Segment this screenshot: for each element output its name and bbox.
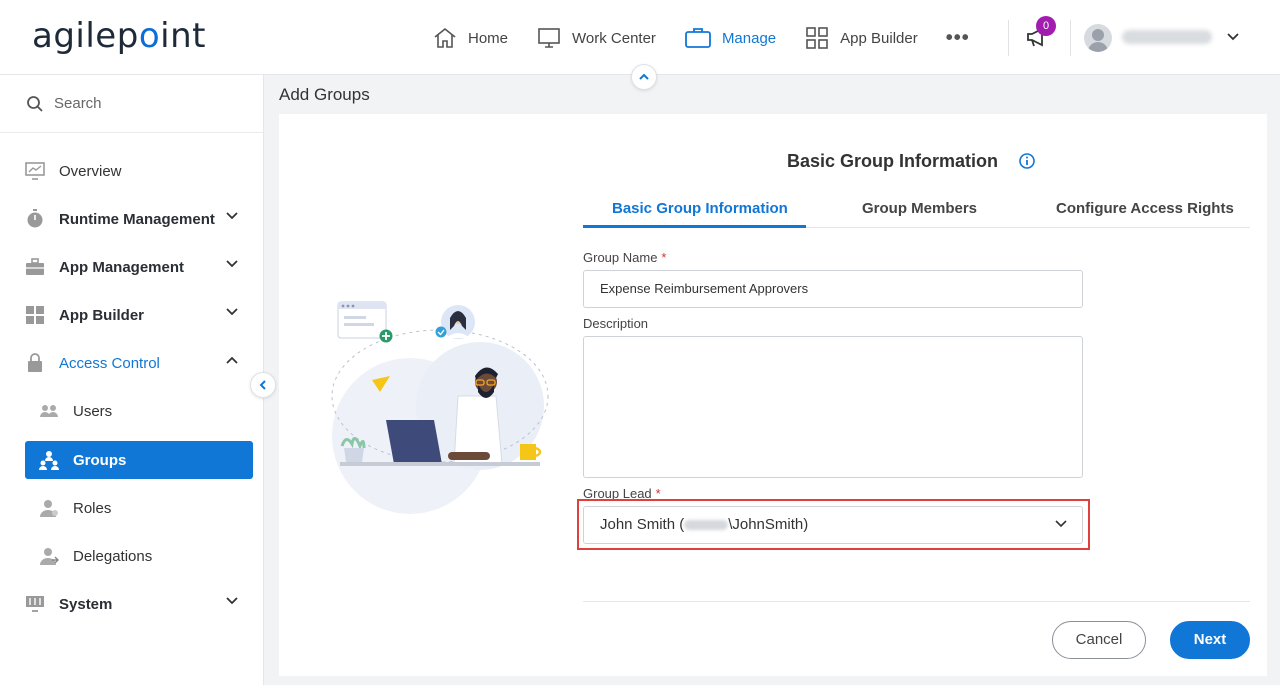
search-placeholder: Search [54, 95, 102, 112]
users-icon [39, 401, 59, 421]
sidebar-item-label: Roles [73, 499, 112, 517]
tab-configure-access-rights[interactable]: Configure Access Rights [1056, 200, 1234, 217]
nav-manage-label: Manage [721, 29, 777, 47]
sidebar-item-label: Overview [59, 162, 122, 180]
sidebar-item-label: Runtime Management [59, 210, 215, 228]
collapse-sidebar-button[interactable] [250, 372, 276, 398]
monitor-icon [538, 28, 560, 48]
next-button[interactable]: Next [1170, 621, 1250, 659]
chevron-left-icon [259, 380, 266, 390]
page-title: Add Groups [279, 85, 370, 104]
sliders-icon [25, 594, 45, 614]
description-label: Description [583, 316, 649, 331]
sidebar-item-system[interactable]: System [25, 585, 253, 623]
search-icon [27, 95, 43, 112]
nav-home-label: Home [468, 29, 509, 47]
sidebar-item-label: Groups [73, 451, 127, 469]
info-icon[interactable] [1019, 153, 1035, 169]
chart-icon [25, 161, 45, 181]
chevron-down-icon [226, 260, 238, 268]
sidebar-item-app-management[interactable]: App Management [25, 248, 253, 286]
grid-icon [806, 27, 828, 49]
sidebar-item-app-builder[interactable]: App Builder [25, 296, 253, 334]
sidebar-item-label: System [59, 595, 113, 613]
sidebar: Search Overview Runtime Management App M… [0, 75, 264, 685]
home-icon [434, 27, 456, 48]
group-name-label: Group Name * [583, 250, 666, 265]
sidebar-item-label: Delegations [73, 547, 153, 565]
agilepoint-logo[interactable]: agilepoint [32, 16, 206, 56]
chevron-up-icon [226, 356, 238, 364]
nav-work-center[interactable]: Work Center [536, 26, 656, 50]
timer-icon [25, 209, 45, 229]
sidebar-item-runtime-management[interactable]: Runtime Management [25, 200, 253, 238]
sidebar-item-access-control[interactable]: Access Control [25, 344, 253, 382]
tab-group-members[interactable]: Group Members [862, 200, 977, 217]
sidebar-item-label: Access Control [59, 354, 160, 372]
group-name-field[interactable]: Expense Reimbursement Approvers [583, 270, 1083, 308]
collapse-header-button[interactable] [631, 64, 657, 90]
sidebar-item-label: App Management [59, 258, 185, 276]
group-lead-value-suffix: \JohnSmith) [728, 516, 809, 533]
group-lead-value-prefix: John Smith ( [600, 516, 685, 533]
username-blurred [1122, 30, 1212, 44]
delegation-icon [39, 546, 59, 566]
person-at-laptop-illustration [331, 301, 549, 514]
lock-icon [25, 353, 45, 373]
briefcase-icon [685, 28, 711, 48]
nav-app-builder-label: App Builder [840, 29, 918, 47]
avatar[interactable] [1084, 24, 1112, 52]
section-title: Basic Group Information [787, 151, 999, 171]
groups-icon [39, 450, 59, 470]
nav-manage[interactable]: Manage [684, 26, 776, 50]
chevron-down-icon [1055, 520, 1067, 528]
nav-home[interactable]: Home [432, 26, 508, 50]
sidebar-item-delegations[interactable]: Delegations [25, 537, 253, 575]
notification-badge: 0 [1036, 16, 1056, 36]
required-marker: * [661, 250, 667, 265]
sidebar-item-groups[interactable]: Groups [25, 441, 253, 479]
active-tab-indicator [583, 225, 806, 228]
sidebar-item-label: App Builder [59, 306, 144, 324]
tab-bar: Basic Group Information Group Members Co… [583, 192, 1250, 228]
grid-icon [25, 305, 45, 325]
sidebar-item-roles[interactable]: Roles [25, 489, 253, 527]
sidebar-item-label: Users [73, 402, 113, 420]
sidebar-item-users[interactable]: Users [25, 392, 253, 430]
more-menu-icon[interactable]: ••• [946, 27, 970, 50]
cancel-button[interactable]: Cancel [1052, 621, 1146, 659]
chevron-up-icon [639, 73, 649, 80]
chevron-down-icon[interactable] [1226, 32, 1240, 42]
sidebar-search[interactable]: Search [0, 75, 263, 133]
chevron-down-icon [226, 597, 238, 605]
description-field[interactable] [583, 336, 1083, 478]
domain-blurred [684, 520, 729, 531]
toolbox-icon [25, 257, 45, 277]
sidebar-item-overview[interactable]: Overview [25, 152, 253, 190]
chevron-down-icon [226, 308, 238, 316]
group-name-label-text: Group Name [583, 250, 658, 265]
chevron-down-icon [226, 212, 238, 220]
roles-icon [39, 498, 59, 518]
divider [1070, 20, 1071, 56]
logo-accent-letter: o [138, 16, 161, 56]
group-lead-select[interactable]: John Smith ( \JohnSmith) [583, 506, 1083, 544]
nav-work-center-label: Work Center [572, 29, 656, 47]
main-nav: Home Work Center Manage App Builder ••• [432, 20, 998, 56]
divider [1008, 20, 1009, 56]
nav-app-builder[interactable]: App Builder [804, 26, 918, 50]
footer-divider [583, 601, 1250, 602]
tab-basic-group-information[interactable]: Basic Group Information [612, 200, 788, 217]
